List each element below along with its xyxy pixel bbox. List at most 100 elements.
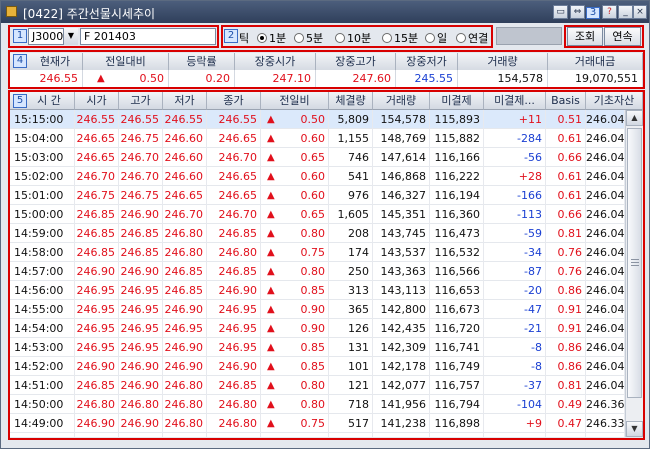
table-cell: 246.95: [163, 319, 207, 338]
table-cell: ▲ 0.60: [261, 167, 329, 186]
scroll-up-icon[interactable]: ▲: [626, 110, 643, 126]
code-dropdown-icon[interactable]: ▼: [63, 28, 78, 45]
table-cell: 14:59:00: [10, 224, 75, 243]
up-arrow-icon: ▲: [267, 304, 275, 315]
radio-5min[interactable]: 5분: [294, 30, 323, 46]
table-cell: 246.65: [207, 129, 261, 148]
table-row[interactable]: 15:15:00 246.55 246.55 246.55 246.55 ▲ 0.50 5,8…: [10, 110, 625, 129]
table-cell: 246.85: [119, 243, 163, 262]
close-button[interactable]: ×: [633, 5, 647, 19]
table-cell: 246.80: [163, 395, 207, 414]
up-arrow-icon: ▲: [267, 399, 275, 410]
table-cell: 246.04: [586, 167, 625, 186]
table-cell: 246.34: [586, 433, 625, 437]
table-cell: 246.85: [163, 262, 207, 281]
continuous-button[interactable]: 연속: [604, 27, 641, 46]
split-view-button[interactable]: ⇔: [570, 5, 585, 19]
table-cell: +11: [484, 110, 546, 129]
column-header[interactable]: 미결제...: [484, 92, 546, 110]
table-cell: 116,222: [430, 167, 484, 186]
table-cell: 15:15:00: [10, 110, 75, 129]
table-cell: -20: [484, 281, 546, 300]
radio-15min[interactable]: 15분: [382, 30, 418, 46]
column-header[interactable]: 거래량: [373, 92, 430, 110]
table-cell: 116,194: [430, 186, 484, 205]
table-cell: ▲ 0.85: [261, 338, 329, 357]
table-cell: 0.86: [546, 338, 586, 357]
table-cell: 14:55:00: [10, 300, 75, 319]
table-row[interactable]: 14:58:00 246.85 246.85 246.80 246.80 ▲ 0.75 174…: [10, 243, 625, 262]
column-header[interactable]: 고가: [119, 92, 163, 110]
table-cell: -37: [484, 376, 546, 395]
table-cell: 14:53:00: [10, 338, 75, 357]
table-cell: ▲ 0.85: [261, 357, 329, 376]
scroll-thumb[interactable]: [627, 128, 642, 398]
table-cell: 142,178: [373, 357, 430, 376]
region-badge-2: 2: [224, 29, 238, 43]
table-cell: 146,868: [373, 167, 430, 186]
table-row[interactable]: 14:51:00 246.85 246.90 246.80 246.85 ▲ 0.80 121…: [10, 376, 625, 395]
column-header[interactable]: 저가: [163, 92, 207, 110]
table-row[interactable]: 14:50:00 246.80 246.80 246.80 246.80 ▲ 0.80 718…: [10, 395, 625, 414]
column-header[interactable]: 시가: [75, 92, 119, 110]
column-header[interactable]: 종가: [207, 92, 261, 110]
table-cell: 14:49:00: [10, 414, 75, 433]
table-cell: 0.86: [546, 281, 586, 300]
table-cell: 246.90: [75, 433, 119, 437]
table-cell: 142,077: [373, 376, 430, 395]
table-cell: 15:04:00: [10, 129, 75, 148]
open-price: 247.10: [235, 70, 316, 87]
vertical-scrollbar[interactable]: ▲ ▼: [625, 110, 643, 437]
minimize-button[interactable]: _: [618, 5, 633, 19]
column-header[interactable]: 미결제: [430, 92, 484, 110]
table-cell: 15:03:00: [10, 148, 75, 167]
radio-1min[interactable]: 1분: [257, 30, 286, 46]
query-button[interactable]: 조회: [567, 27, 603, 46]
table-cell: 246.90: [75, 357, 119, 376]
table-cell: 246.70: [207, 148, 261, 167]
table-cell: 246.95: [119, 338, 163, 357]
table-row[interactable]: 14:53:00 246.95 246.95 246.90 246.95 ▲ 0.85 131…: [10, 338, 625, 357]
table-cell: 0.66: [546, 205, 586, 224]
summary-values: 246.55 ▲ 0.50 0.20 247.10 247.60 245.55 1…: [10, 70, 643, 87]
table-cell: 116,673: [430, 300, 484, 319]
column-header[interactable]: 체결량: [329, 92, 373, 110]
table-row[interactable]: 14:49:00 246.90 246.90 246.80 246.80 ▲ 0.75 517…: [10, 414, 625, 433]
table-row[interactable]: 14:52:00 246.90 246.90 246.90 246.90 ▲ 0.85 101…: [10, 357, 625, 376]
column-header[interactable]: 전일비: [261, 92, 329, 110]
table-cell: 116,566: [430, 262, 484, 281]
table-row[interactable]: 14:54:00 246.95 246.95 246.95 246.95 ▲ 0.90 126…: [10, 319, 625, 338]
table-row[interactable]: 15:04:00 246.65 246.75 246.60 246.65 ▲ 0.60 1,1…: [10, 129, 625, 148]
table-row[interactable]: 14:48:00246.90246.90246.85246.85▲0.80339…: [10, 433, 625, 437]
radio-day[interactable]: 일: [425, 30, 447, 46]
link-window-button[interactable]: ▭: [553, 5, 568, 19]
table-cell: 0.91: [546, 319, 586, 338]
table-cell: 246.80: [163, 243, 207, 262]
radio-linked[interactable]: 연결: [456, 30, 488, 46]
contract-field[interactable]: F 201403: [80, 28, 216, 45]
table-cell: 246.65: [75, 129, 119, 148]
table-row[interactable]: 14:56:00 246.95 246.95 246.85 246.90 ▲ 0.85 313…: [10, 281, 625, 300]
tick-label[interactable]: 틱: [239, 30, 249, 46]
column-header[interactable]: 기초자산: [586, 92, 643, 110]
scroll-down-icon[interactable]: ▼: [626, 421, 643, 437]
table-row[interactable]: 14:55:00 246.95 246.95 246.90 246.95 ▲ 0.90 365…: [10, 300, 625, 319]
table-cell: ▲0.80: [261, 224, 329, 243]
table-cell: 246.60: [163, 129, 207, 148]
table-cell: ▲0.80: [261, 433, 329, 437]
help-button[interactable]: ?: [602, 5, 617, 19]
table-row[interactable]: 15:00:00 246.85 246.90 246.70 246.70 ▲ 0.65 1,6…: [10, 205, 625, 224]
table-cell: 174: [329, 243, 373, 262]
column-header[interactable]: Basis: [546, 92, 586, 110]
table-row[interactable]: 14:59:00 246.85 246.85 246.80 246.85 ▲ 0.80 208…: [10, 224, 625, 243]
up-arrow-icon: ▲: [267, 247, 275, 258]
radio-10min[interactable]: 10분: [335, 30, 371, 46]
table-row[interactable]: 15:03:00 246.65 246.70 246.60 246.70 ▲ 0.65 746…: [10, 148, 625, 167]
table-cell: 246.90: [163, 300, 207, 319]
table-cell: 246.85: [163, 433, 207, 437]
table-row[interactable]: 15:01:00 246.75 246.75 246.65 246.65 ▲ 0.60 976…: [10, 186, 625, 205]
table-row[interactable]: 15:02:00 246.70 246.70 246.60 246.65 ▲ 0.60 541…: [10, 167, 625, 186]
table-cell: 246.90: [119, 205, 163, 224]
table-row[interactable]: 14:57:00 246.90 246.90 246.85 246.85 ▲ 0.80 250…: [10, 262, 625, 281]
up-arrow-icon: ▲: [267, 323, 275, 334]
